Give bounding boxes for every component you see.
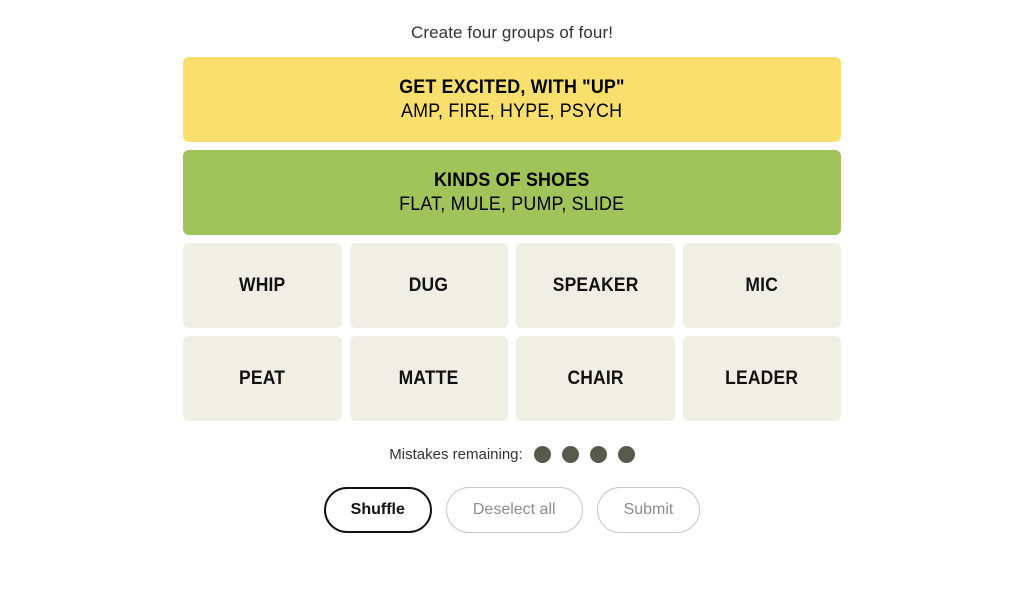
mistake-dot-icon — [589, 446, 607, 463]
solved-group-members: AMP, FIRE, HYPE, PSYCH — [401, 100, 623, 122]
word-tile-label: SPEAKER — [552, 274, 639, 296]
mistakes-dots — [533, 446, 635, 463]
mistakes-remaining: Mistakes remaining: — [389, 446, 635, 463]
mistake-dot-icon — [617, 446, 635, 463]
word-tile-speaker[interactable]: SPEAKER — [516, 243, 675, 328]
tile-row: PEAT MATTE CHAIR LEADER — [183, 336, 841, 421]
mistakes-label: Mistakes remaining: — [389, 446, 523, 463]
solved-group-title: GET EXCITED, WITH "UP" — [399, 76, 625, 98]
word-tile-whip[interactable]: WHIP — [183, 243, 342, 328]
word-tile-matte[interactable]: MATTE — [349, 336, 508, 421]
control-bar: Shuffle Deselect all Submit — [323, 487, 701, 533]
shuffle-button[interactable]: Shuffle — [323, 487, 432, 533]
mistake-dot-icon — [533, 446, 551, 463]
mistake-dot-icon — [561, 446, 579, 463]
word-tile-label: CHAIR — [567, 367, 624, 389]
solved-group-members: FLAT, MULE, PUMP, SLIDE — [399, 193, 625, 215]
word-tile-mic[interactable]: MIC — [682, 243, 841, 328]
word-tile-label: LEADER — [725, 367, 799, 389]
solved-group-title: KINDS OF SHOES — [434, 169, 590, 191]
word-tile-leader[interactable]: LEADER — [682, 336, 841, 421]
solved-group-yellow: GET EXCITED, WITH "UP" AMP, FIRE, HYPE, … — [183, 57, 841, 142]
submit-button[interactable]: Submit — [596, 487, 701, 533]
word-tile-label: MATTE — [398, 367, 459, 389]
word-tile-label: MIC — [745, 274, 779, 296]
page-title: Create four groups of four! — [410, 23, 614, 42]
solved-group-green: KINDS OF SHOES FLAT, MULE, PUMP, SLIDE — [183, 150, 841, 235]
game-board: GET EXCITED, WITH "UP" AMP, FIRE, HYPE, … — [183, 57, 841, 421]
word-tile-peat[interactable]: PEAT — [183, 336, 342, 421]
word-tile-label: WHIP — [239, 274, 286, 296]
connections-game: Create four groups of four! GET EXCITED,… — [0, 0, 1024, 603]
word-tile-chair[interactable]: CHAIR — [516, 336, 675, 421]
word-tile-label: PEAT — [239, 367, 286, 389]
word-tile-label: DUG — [409, 274, 449, 296]
word-tile-dug[interactable]: DUG — [349, 243, 508, 328]
deselect-all-button[interactable]: Deselect all — [445, 487, 583, 533]
tile-row: WHIP DUG SPEAKER MIC — [183, 243, 841, 328]
